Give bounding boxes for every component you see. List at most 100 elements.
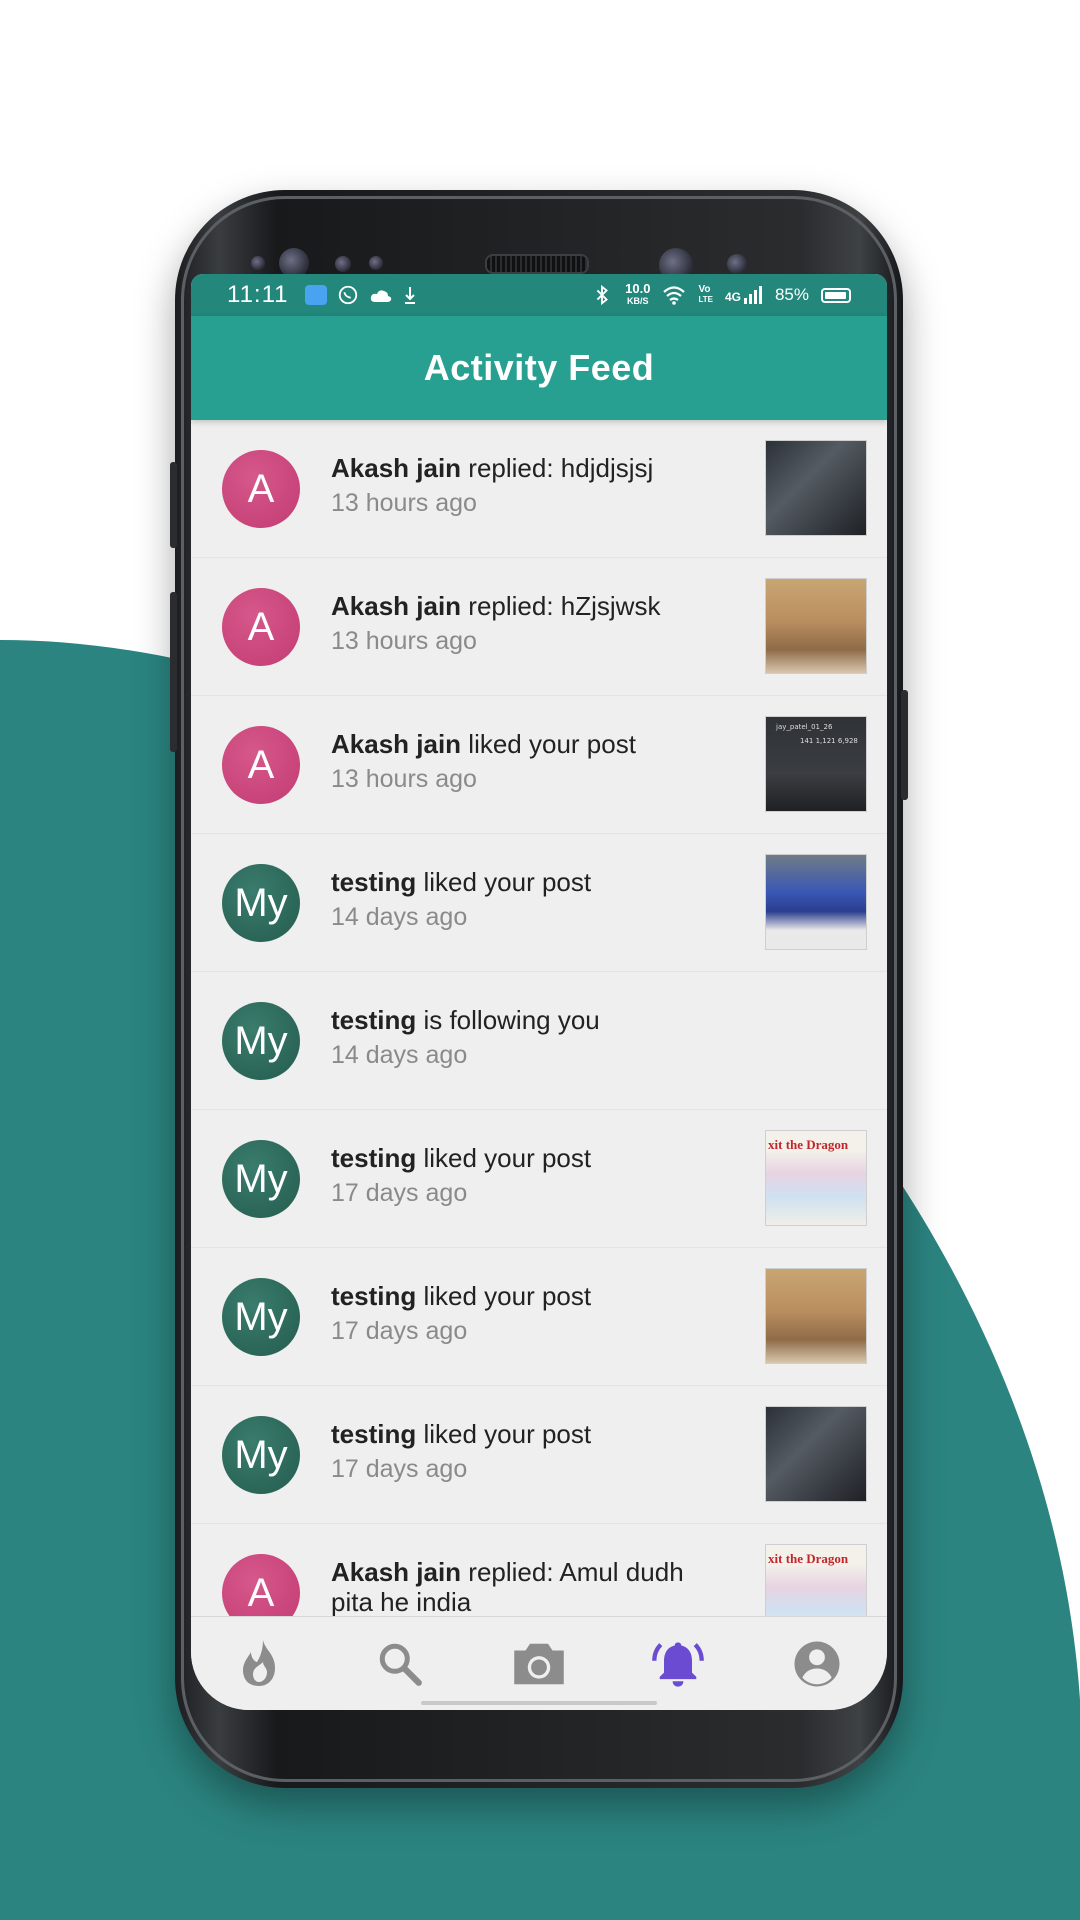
signal-indicator: 4G	[725, 286, 763, 304]
avatar[interactable]: A	[222, 1554, 300, 1616]
tab-activity[interactable]	[643, 1629, 713, 1699]
signal-icon	[743, 286, 762, 304]
volte-label-bottom: LTE	[698, 295, 713, 304]
feed-item-text: testing liked your post 17 days ago	[331, 1419, 731, 1484]
avatar[interactable]: A	[222, 450, 300, 528]
whatsapp-icon	[338, 285, 357, 305]
feed-item-action: liked your post	[416, 1419, 592, 1449]
data-speed: 10.0 KB/S	[625, 281, 651, 307]
avatar[interactable]: My	[222, 1416, 300, 1494]
post-thumbnail[interactable]	[765, 1268, 867, 1364]
tab-profile[interactable]	[782, 1629, 852, 1699]
avatar[interactable]: My	[222, 1002, 300, 1080]
feed-item-username[interactable]: testing	[331, 867, 416, 897]
feed-item-username[interactable]: Akash jain	[331, 1557, 461, 1587]
whatshot-icon	[242, 1640, 275, 1686]
tab-upload[interactable]	[504, 1629, 574, 1699]
volume-button	[170, 462, 177, 548]
feed-item-username[interactable]: Akash jain	[331, 729, 461, 759]
message-app-icon	[304, 285, 327, 305]
post-thumbnail[interactable]	[765, 440, 867, 536]
bluetooth-icon	[596, 284, 609, 306]
post-thumbnail[interactable]	[765, 1406, 867, 1502]
thumbnail-caption: xit the Dragon	[768, 1551, 849, 1566]
page-title: Activity Feed	[423, 347, 655, 388]
notification-icons	[304, 284, 417, 306]
feed-item-timestamp: 13 hours ago	[331, 489, 477, 517]
feed-item-username[interactable]: testing	[331, 1281, 416, 1311]
feed-item-text: Akash jain liked your post 13 hours ago	[331, 729, 731, 794]
feed-item-text: testing liked your post 14 days ago	[331, 867, 731, 932]
feed-item-message: testing is following you	[331, 1005, 731, 1035]
feed-item-action: replied: hZjsjwsk	[461, 591, 661, 621]
search-icon	[379, 1643, 422, 1686]
status-time: 11:11	[227, 281, 289, 308]
feed-item-timestamp: 17 days ago	[331, 1317, 468, 1345]
feed-item[interactable]: A Akash jain replied: Amul dudh pita he i…	[191, 1524, 887, 1616]
notifications-active-icon	[652, 1642, 705, 1687]
sensor-dot	[335, 256, 351, 272]
feed-item[interactable]: A Akash jain replied: hdjdjsjsj 13 hours a…	[191, 420, 887, 558]
feed-item[interactable]: My testing is following you 14 days ago	[191, 972, 887, 1110]
avatar[interactable]: A	[222, 726, 300, 804]
feed-item[interactable]: A Akash jain liked your post 13 hours ago j…	[191, 696, 887, 834]
feed-item[interactable]: My testing liked your post 17 days ago	[191, 1386, 887, 1524]
thumbnail-caption: xit the Dragon	[768, 1137, 849, 1152]
phone-top-sensors	[175, 220, 903, 282]
feed-item-timestamp: 14 days ago	[331, 903, 468, 931]
feed-item-message: Akash jain replied: hZjsjwsk	[331, 591, 731, 621]
feed-item-action: is following you	[416, 1005, 600, 1035]
avatar[interactable]: A	[222, 588, 300, 666]
avatar[interactable]: My	[222, 1278, 300, 1356]
system-icons: 10.0 KB/S Vo LTE 4G 85%	[591, 281, 851, 307]
feed-item-username[interactable]: testing	[331, 1419, 416, 1449]
post-thumbnail[interactable]: xit the Dragon	[765, 1130, 867, 1226]
feed-item-timestamp: 14 days ago	[331, 1041, 468, 1069]
feed-item-action: liked your post	[416, 867, 592, 897]
tab-timeline[interactable]	[226, 1629, 296, 1699]
camera-icon	[514, 1643, 564, 1685]
feed-item-text: testing liked your post 17 days ago	[331, 1281, 731, 1346]
feed-item-text: Akash jain replied: Amul dudh pita he in…	[331, 1557, 731, 1616]
app-bar: Activity Feed	[191, 316, 887, 420]
data-speed-unit: KB/S	[627, 296, 649, 306]
post-thumbnail[interactable]	[765, 854, 867, 950]
wifi-icon	[663, 286, 686, 305]
feed-item-timestamp: 17 days ago	[331, 1179, 468, 1207]
post-thumbnail[interactable]: jay_patel_01_26 141 1,121 6,928	[765, 716, 867, 812]
feed-item-message: testing liked your post	[331, 1143, 731, 1173]
feed-item[interactable]: A Akash jain replied: hZjsjwsk 13 hours ag…	[191, 558, 887, 696]
cloud-icon	[370, 290, 391, 302]
status-bar: 11:11 10.0 KB/S Vo LTE 4G 85%	[191, 274, 887, 316]
post-thumbnail[interactable]: xit the Dragon	[765, 1544, 867, 1616]
feed-item-timestamp: 13 hours ago	[331, 765, 477, 793]
battery-icon	[821, 287, 851, 303]
bottom-navigation	[191, 1616, 887, 1710]
thumbnail-stats: 141 1,121 6,928	[800, 737, 858, 745]
data-speed-value: 10.0	[625, 281, 651, 296]
feed-item-timestamp: 13 hours ago	[331, 627, 477, 655]
feed-item[interactable]: My testing liked your post 17 days ago	[191, 1248, 887, 1386]
post-thumbnail[interactable]	[765, 578, 867, 674]
feed-item-username[interactable]: testing	[331, 1143, 416, 1173]
feed-item-message: Akash jain liked your post	[331, 729, 731, 759]
feed-item-username[interactable]: Akash jain	[331, 591, 461, 621]
battery-percent: 85%	[774, 285, 809, 304]
account-circle-icon	[794, 1641, 840, 1687]
feed-item[interactable]: My testing liked your post 17 days ago xit …	[191, 1110, 887, 1248]
activity-feed-list[interactable]: A Akash jain replied: hdjdjsjsj 13 hours a…	[191, 420, 887, 1616]
feed-item-action: liked your post	[461, 729, 636, 759]
avatar[interactable]: My	[222, 1140, 300, 1218]
feed-item-text: Akash jain replied: hZjsjwsk 13 hours ago	[331, 591, 731, 656]
feed-item-username[interactable]: Akash jain	[331, 453, 461, 483]
tab-search[interactable]	[365, 1629, 435, 1699]
feed-item-text: testing liked your post 17 days ago	[331, 1143, 731, 1208]
avatar[interactable]: My	[222, 864, 300, 942]
sensor-dot	[251, 256, 265, 270]
phone-screen: 11:11 10.0 KB/S Vo LTE 4G 85% Activity F…	[191, 274, 887, 1710]
home-indicator	[421, 1701, 657, 1705]
feed-item-username[interactable]: testing	[331, 1005, 416, 1035]
feed-item[interactable]: My testing liked your post 14 days ago	[191, 834, 887, 972]
feed-item-message: Akash jain replied: hdjdjsjsj	[331, 453, 731, 483]
phone-frame: 11:11 10.0 KB/S Vo LTE 4G 85% Activity F…	[170, 190, 908, 1788]
